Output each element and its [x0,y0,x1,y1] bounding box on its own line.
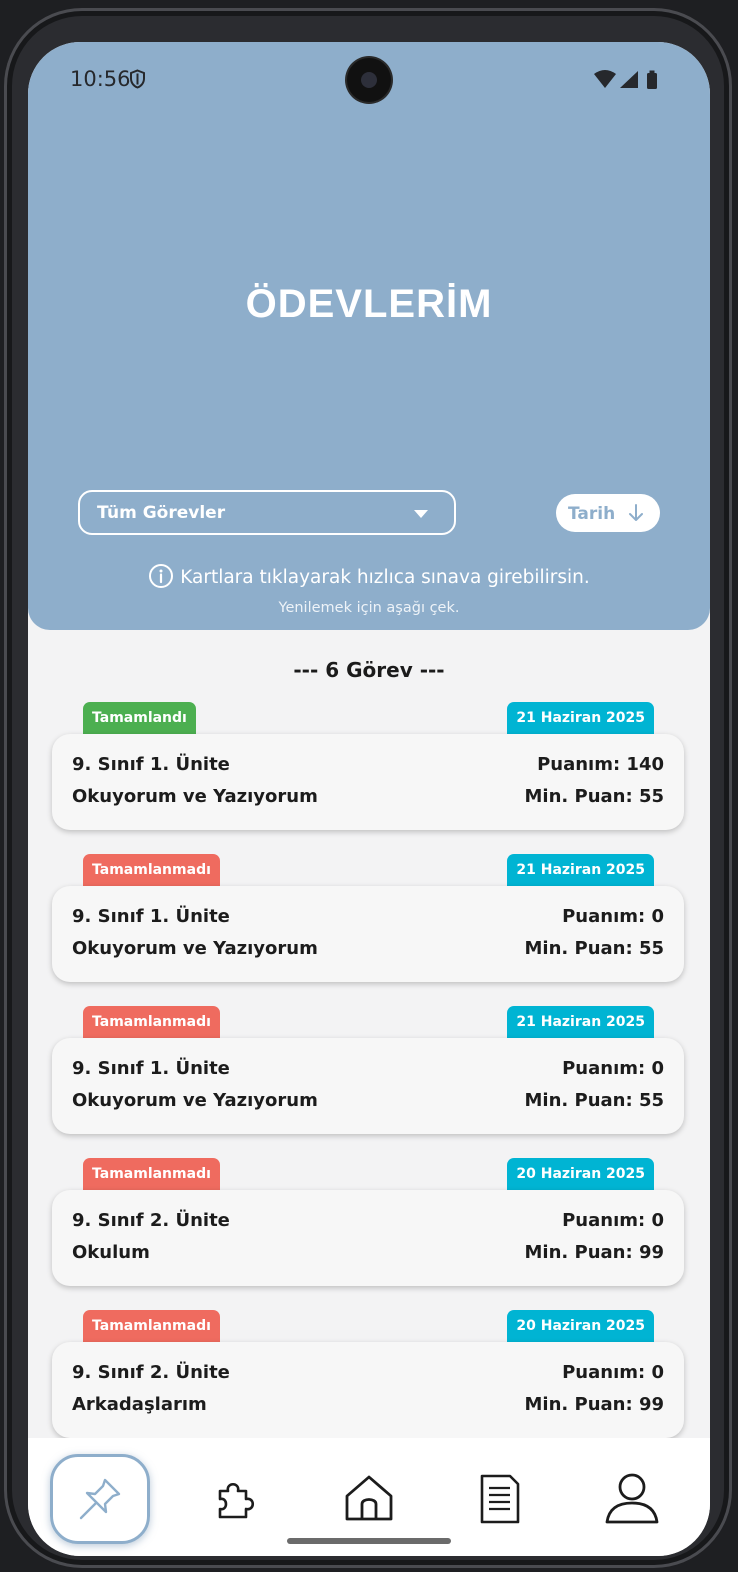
status-bar: 10:56 [28,42,710,122]
status-time: 10:56 [70,67,131,91]
pull-to-refresh-hint: Yenilemek için aşağı çek. [278,600,460,616]
document-icon [480,1474,520,1524]
date-badge: 20 Haziran 2025 [507,1310,654,1344]
app-screen: 10:56 ÖDEVLERİM Tüm Görevler Tarih Kartl… [28,42,710,1556]
date-badge: 21 Haziran 2025 [507,1006,654,1040]
task-unit: 9. Sınıf 2. Ünite [72,1362,230,1383]
task-topic: Arkadaşlarım [72,1394,207,1415]
info-icon [149,564,174,588]
status-badge: Tamamlandı [83,702,196,736]
chevron-down-icon [414,510,428,518]
wifi-icon [594,70,616,88]
bottom-navigation [28,1438,710,1556]
sort-label: Tarih [568,504,616,524]
nav-profile[interactable] [582,1454,682,1544]
task-score: Puanım: 0 [562,1210,664,1231]
task-card[interactable]: 9. Sınıf 2. Ünite Arkadaşlarım Puanım: 0… [52,1342,684,1438]
arrow-down-icon [629,504,643,521]
task-min-score: Min. Puan: 55 [524,786,664,807]
status-badge: Tamamlanmadı [83,1310,220,1344]
shield-icon [129,69,146,93]
system-icons [594,69,668,95]
nav-home[interactable] [319,1454,419,1544]
task-item[interactable]: Tamamlandı 21 Haziran 2025 9. Sınıf 1. Ü… [52,702,684,832]
task-min-score: Min. Puan: 55 [524,1090,664,1111]
task-score: Puanım: 140 [537,754,664,775]
task-item[interactable]: Tamamlanmadı 20 Haziran 2025 9. Sınıf 2.… [52,1310,684,1440]
task-topic: Okuyorum ve Yazıyorum [72,938,318,959]
info-message: Kartlara tıklayarak hızlıca sınava gireb… [28,563,710,589]
task-card[interactable]: 9. Sınıf 2. Ünite Okulum Puanım: 0 Min. … [52,1190,684,1286]
signal-icon [620,71,638,88]
task-score: Puanım: 0 [562,1058,664,1079]
puzzle-icon [218,1482,255,1519]
task-unit: 9. Sınıf 1. Ünite [72,754,230,775]
status-badge: Tamamlanmadı [83,1006,220,1040]
task-card[interactable]: 9. Sınıf 1. Ünite Okuyorum ve Yazıyorum … [52,1038,684,1134]
gesture-bar[interactable] [287,1538,451,1544]
front-camera [347,58,391,102]
nav-assignments[interactable] [50,1454,150,1544]
nav-documents[interactable] [450,1454,550,1544]
task-min-score: Min. Puan: 99 [524,1242,664,1263]
nav-puzzles[interactable] [186,1454,286,1544]
task-count: --- 6 Görev --- [293,658,445,682]
task-score: Puanım: 0 [562,1362,664,1383]
task-card[interactable]: 9. Sınıf 1. Ünite Okuyorum ve Yazıyorum … [52,886,684,982]
task-card[interactable]: 9. Sınıf 1. Ünite Okuyorum ve Yazıyorum … [52,734,684,830]
status-badge: Tamamlanmadı [83,1158,220,1192]
task-item[interactable]: Tamamlanmadı 21 Haziran 2025 9. Sınıf 1.… [52,854,684,984]
page-title: ÖDEVLERİM [245,282,493,326]
user-icon [605,1473,659,1524]
date-badge: 21 Haziran 2025 [507,854,654,888]
task-filter-dropdown[interactable]: Tüm Görevler [78,490,456,535]
info-text: Kartlara tıklayarak hızlıca sınava gireb… [180,567,590,588]
pin-icon [79,1478,121,1520]
task-unit: 9. Sınıf 1. Ünite [72,1058,230,1079]
home-icon [345,1475,393,1521]
filter-selected-value: Tüm Görevler [97,503,226,523]
date-badge: 20 Haziran 2025 [507,1158,654,1192]
sort-by-date-button[interactable]: Tarih [556,494,660,532]
task-topic: Okuyorum ve Yazıyorum [72,1090,318,1111]
task-topic: Okulum [72,1242,150,1263]
battery-icon [647,70,657,89]
task-unit: 9. Sınıf 1. Ünite [72,906,230,927]
task-score: Puanım: 0 [562,906,664,927]
header: 10:56 ÖDEVLERİM Tüm Görevler Tarih Kartl… [28,42,710,630]
task-unit: 9. Sınıf 2. Ünite [72,1210,230,1231]
task-item[interactable]: Tamamlanmadı 21 Haziran 2025 9. Sınıf 1.… [52,1006,684,1136]
status-badge: Tamamlanmadı [83,854,220,888]
phone-frame: 10:56 ÖDEVLERİM Tüm Görevler Tarih Kartl… [4,8,732,1568]
task-min-score: Min. Puan: 99 [524,1394,664,1415]
task-item[interactable]: Tamamlanmadı 20 Haziran 2025 9. Sınıf 2.… [52,1158,684,1288]
task-topic: Okuyorum ve Yazıyorum [72,786,318,807]
date-badge: 21 Haziran 2025 [507,702,654,736]
task-min-score: Min. Puan: 55 [524,938,664,959]
